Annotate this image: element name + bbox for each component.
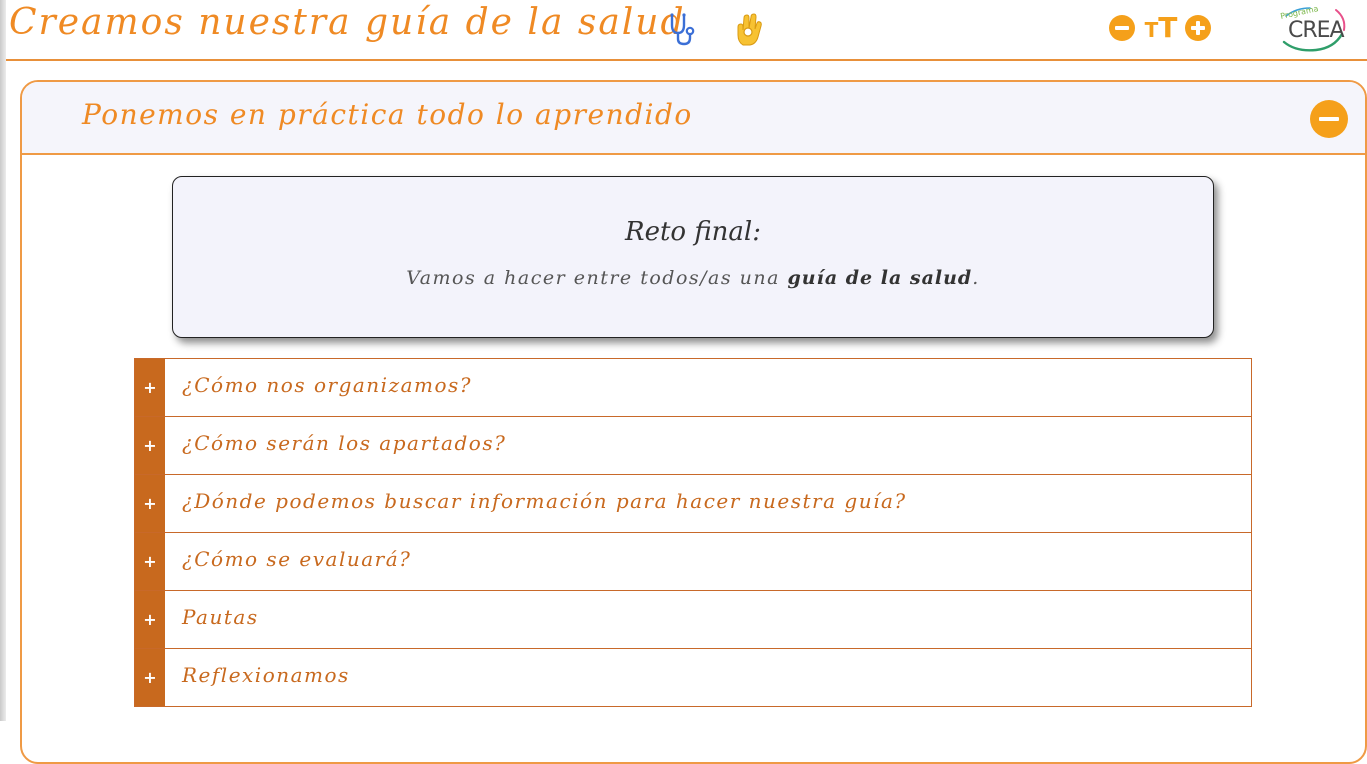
accordion-item-label: ¿Dónde podemos buscar información para h… <box>182 489 907 513</box>
expand-plus-icon: + <box>135 475 165 532</box>
minus-circle-icon <box>1319 117 1339 121</box>
reto-description: Vamos a hacer entre todos/as una guía de… <box>173 267 1213 289</box>
accordion-item-label: ¿Cómo nos organizamos? <box>182 373 473 397</box>
expand-plus-icon: + <box>135 417 165 474</box>
crea-logo[interactable]: Programa CREA <box>1276 4 1348 52</box>
expand-plus-icon: + <box>135 649 165 706</box>
reto-title: Reto final: <box>625 217 761 247</box>
ok-hand-icon <box>737 13 762 46</box>
logo-text: CREA <box>1288 18 1345 43</box>
accordion-item-pautas[interactable]: + Pautas <box>135 590 1251 648</box>
accordion-item-evaluara[interactable]: + ¿Cómo se evaluará? <box>135 532 1251 590</box>
section-title: Ponemos en práctica todo lo aprendido <box>82 98 693 131</box>
expand-plus-icon: + <box>135 533 165 590</box>
accordion-item-apartados[interactable]: + ¿Cómo serán los apartados? <box>135 416 1251 474</box>
reto-body-highlight: guía de la salud <box>787 267 973 289</box>
font-size-controls: TT <box>1109 11 1213 44</box>
page-title: Creamos nuestra guía de la salud <box>9 2 686 43</box>
increase-font-button[interactable] <box>1185 15 1211 41</box>
accordion-item-label: ¿Cómo se evaluará? <box>182 547 412 571</box>
top-header: Creamos nuestra guía de la salud TT Prog… <box>6 0 1367 61</box>
reto-body-prefix: Vamos a hacer entre todos/as una <box>406 267 788 289</box>
accordion-item-label: Pautas <box>182 605 259 629</box>
accordion-item-organizamos[interactable]: + ¿Cómo nos organizamos? <box>135 358 1251 416</box>
expand-plus-icon: + <box>135 591 165 648</box>
section-header[interactable]: Ponemos en práctica todo lo aprendido <box>22 82 1365 155</box>
accordion-item-buscar-informacion[interactable]: + ¿Dónde podemos buscar información para… <box>135 474 1251 532</box>
stethoscope-icon <box>670 13 695 46</box>
text-size-small-glyph: T <box>1144 18 1159 42</box>
accordion-item-label: Reflexionamos <box>182 663 350 687</box>
accordion-item-label: ¿Cómo serán los apartados? <box>182 431 507 455</box>
collapse-section-button[interactable] <box>1310 100 1348 138</box>
expand-plus-icon: + <box>135 359 165 416</box>
text-size-icon: TT <box>1138 11 1184 44</box>
window-edge <box>0 0 6 721</box>
accordion-item-reflexionamos[interactable]: + Reflexionamos <box>135 648 1251 706</box>
section-panel: Ponemos en práctica todo lo aprendido Re… <box>20 80 1367 764</box>
reto-final-card: Reto final: Vamos a hacer entre todos/as… <box>172 176 1214 338</box>
accordion: + ¿Cómo nos organizamos? + ¿Cómo serán l… <box>134 358 1252 707</box>
minus-circle-icon <box>1115 26 1129 30</box>
decrease-font-button[interactable] <box>1109 15 1135 41</box>
reto-body-suffix: . <box>972 267 980 289</box>
text-size-big-glyph: T <box>1158 11 1178 44</box>
